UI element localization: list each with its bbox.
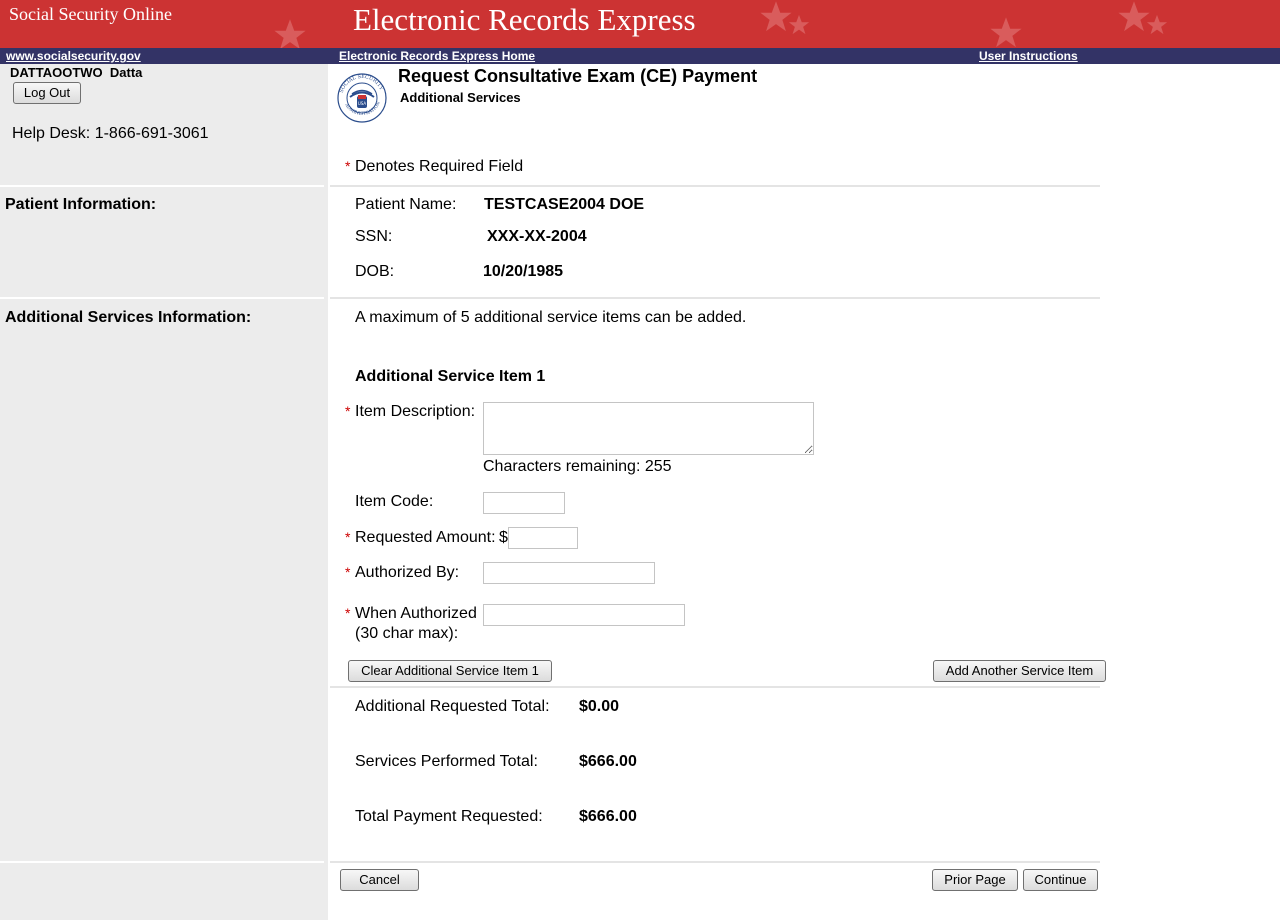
additional-total-label: Additional Requested Total: [355, 698, 550, 715]
total-payment-value: $666.00 [579, 808, 637, 825]
when-authorized-input[interactable] [483, 604, 685, 626]
additional-total-value: $0.00 [579, 698, 620, 715]
cancel-button[interactable]: Cancel [340, 869, 419, 891]
content-divider [330, 686, 1100, 688]
content-divider [330, 185, 1100, 187]
currency-symbol: $ [499, 529, 508, 546]
requested-amount-label: Requested Amount: [355, 529, 496, 546]
app-title: Electronic Records Express [353, 2, 696, 37]
header-banner: Social Security Online Electronic Record… [0, 0, 1280, 48]
dob-label: DOB: [355, 263, 395, 280]
services-performed-total-value: $666.00 [579, 753, 637, 770]
prior-page-button[interactable]: Prior Page [932, 869, 1018, 891]
max-items-note: A maximum of 5 additional service items … [355, 309, 747, 326]
site-title: Social Security Online [9, 4, 172, 24]
user-name: DATTAOOTWO Datta [10, 65, 143, 80]
star-decoration-icon [788, 14, 810, 35]
patient-name-label: Patient Name: [355, 196, 457, 213]
sidebar-divider [0, 297, 324, 299]
clear-service-item-button[interactable]: Clear Additional Service Item 1 [348, 660, 552, 682]
dob-value: 10/20/1985 [483, 263, 564, 280]
required-field-note: Denotes Required Field [355, 158, 524, 175]
ssa-website-link[interactable]: www.socialsecurity.gov [6, 48, 141, 64]
sidebar [0, 64, 328, 920]
page-subtitle: Additional Services [400, 90, 521, 105]
item-code-input[interactable] [483, 492, 565, 514]
user-instructions-link[interactable]: User Instructions [979, 48, 1078, 64]
content-divider [330, 861, 1100, 863]
star-decoration-icon [1146, 14, 1168, 35]
required-marker: * [345, 158, 351, 174]
item-code-label: Item Code: [355, 493, 434, 510]
star-decoration-icon [990, 17, 1022, 48]
sidebar-divider [0, 861, 324, 863]
when-authorized-label: When Authorized [355, 605, 477, 622]
required-marker: * [345, 564, 351, 580]
ssn-label: SSN: [355, 228, 393, 245]
content-divider [330, 297, 1100, 299]
required-marker: * [345, 529, 351, 545]
section-label-additional-services: Additional Services Information: [5, 309, 252, 326]
page-title: Request Consultative Exam (CE) Payment [398, 66, 758, 86]
authorized-by-label: Authorized By: [355, 564, 460, 581]
requested-amount-input[interactable] [508, 527, 578, 549]
required-marker: * [345, 403, 351, 419]
required-marker: * [345, 605, 351, 621]
logout-button[interactable]: Log Out [13, 82, 81, 104]
nav-bar: www.socialsecurity.gov Electronic Record… [0, 48, 1280, 64]
item-description-label: Item Description: [355, 403, 476, 420]
services-performed-total-label: Services Performed Total: [355, 753, 538, 770]
continue-button[interactable]: Continue [1023, 869, 1098, 891]
sidebar-divider [0, 185, 324, 187]
ere-home-link[interactable]: Electronic Records Express Home [339, 48, 535, 64]
star-decoration-icon [274, 19, 306, 48]
when-authorized-hint: (30 char max): [355, 625, 459, 642]
total-payment-label: Total Payment Requested: [355, 808, 543, 825]
authorized-by-input[interactable] [483, 562, 655, 584]
section-label-patient: Patient Information: [5, 196, 157, 213]
ssn-value: XXX-XX-2004 [487, 228, 587, 245]
characters-remaining: Characters remaining: 255 [483, 458, 672, 475]
ssa-seal-logo: USA SOCIAL SECURITY ADMINISTRATION [337, 73, 387, 123]
patient-name-value: TESTCASE2004 DOE [484, 196, 645, 213]
service-item-heading: Additional Service Item 1 [355, 368, 546, 385]
add-service-item-button[interactable]: Add Another Service Item [933, 660, 1106, 682]
svg-text:USA: USA [358, 101, 367, 106]
item-description-textarea[interactable] [483, 402, 814, 455]
help-desk-phone: Help Desk: 1-866-691-3061 [12, 125, 209, 142]
